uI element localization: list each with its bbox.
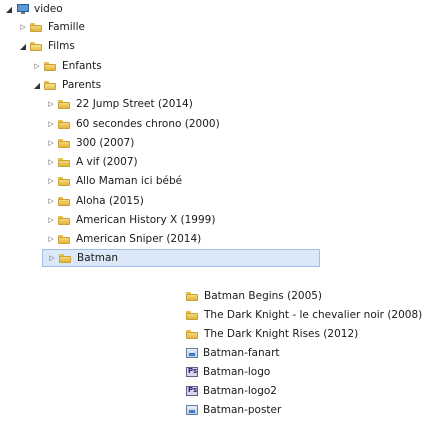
tree-item-label: Allo Maman ici bébé xyxy=(76,175,183,187)
tree-item-label: 22 Jump Street (2014) xyxy=(76,98,193,110)
tree-item-label: A vif (2007) xyxy=(76,156,138,168)
folder-icon xyxy=(58,176,70,186)
tree-item-label: American Sniper (2014) xyxy=(76,233,202,245)
tree-item-batman[interactable]: ▷ Batman xyxy=(42,249,320,267)
folder-icon xyxy=(44,61,56,71)
item-label: Batman-poster xyxy=(203,404,282,416)
folder-icon xyxy=(58,119,70,129)
tree-item-label: American History X (1999) xyxy=(76,214,216,226)
tree-item-label: Parents xyxy=(62,79,102,91)
tree-item-films[interactable]: ◢ Films xyxy=(18,37,75,55)
tree-item-label: Films xyxy=(48,40,75,52)
folder-icon xyxy=(58,99,70,109)
tree-item-300[interactable]: ▷ 300 (2007) xyxy=(46,134,134,152)
tree-item-label: Enfants xyxy=(62,60,102,72)
tree-item-label: Famille xyxy=(48,21,85,33)
list-item[interactable]: Batman-fanart xyxy=(186,344,280,362)
tree-item-aloha[interactable]: ▷ Aloha (2015) xyxy=(46,192,144,210)
list-item[interactable]: Batman-logo2 xyxy=(186,382,277,400)
tree-item-allo-maman[interactable]: ▷ Allo Maman ici bébé xyxy=(46,172,182,190)
collapse-arrow-icon[interactable]: ▷ xyxy=(18,23,28,31)
list-item[interactable]: The Dark Knight - le chevalier noir (200… xyxy=(186,306,422,324)
tree-item-video[interactable]: ◢ video xyxy=(4,0,63,18)
folder-icon xyxy=(186,329,198,339)
folder-icon xyxy=(58,138,70,148)
folder-icon xyxy=(58,234,70,244)
tree-item-label: 60 secondes chrono (2000) xyxy=(76,118,220,130)
tree-item-a-vif[interactable]: ▷ A vif (2007) xyxy=(46,153,138,171)
tree-item-american-history-x[interactable]: ▷ American History X (1999) xyxy=(46,211,215,229)
folder-icon xyxy=(30,22,42,32)
collapse-arrow-icon[interactable]: ▷ xyxy=(47,254,57,262)
tree-item-label: 300 (2007) xyxy=(76,137,135,149)
image-file-icon xyxy=(186,348,198,358)
folder-contents-popup: Batman Begins (2005) The Dark Knight - l… xyxy=(186,280,422,430)
item-label: Batman-logo2 xyxy=(203,385,277,397)
folder-icon xyxy=(59,253,71,263)
expand-arrow-icon[interactable]: ◢ xyxy=(32,81,42,90)
computer-icon xyxy=(16,4,30,14)
item-label: The Dark Knight Rises (2012) xyxy=(204,328,359,340)
photoshop-file-icon xyxy=(186,367,198,377)
item-label: Batman-logo xyxy=(203,366,271,378)
collapse-arrow-icon[interactable]: ▷ xyxy=(46,235,56,243)
collapse-arrow-icon[interactable]: ▷ xyxy=(46,120,56,128)
folder-open-icon xyxy=(44,80,56,90)
collapse-arrow-icon[interactable]: ▷ xyxy=(46,139,56,147)
list-item[interactable]: Batman-logo xyxy=(186,363,270,381)
tree-item-60-secondes-chrono[interactable]: ▷ 60 secondes chrono (2000) xyxy=(46,115,220,133)
list-item[interactable]: Batman Begins (2005) xyxy=(186,287,322,305)
list-item[interactable]: Batman-poster xyxy=(186,401,281,419)
collapse-arrow-icon[interactable]: ▷ xyxy=(32,62,42,70)
tree-item-parents[interactable]: ◢ Parents xyxy=(32,76,101,94)
collapse-arrow-icon[interactable]: ▷ xyxy=(46,177,56,185)
expand-arrow-icon[interactable]: ◢ xyxy=(4,5,14,14)
collapse-arrow-icon[interactable]: ▷ xyxy=(46,197,56,205)
folder-icon xyxy=(58,196,70,206)
collapse-arrow-icon[interactable]: ▷ xyxy=(46,100,56,108)
folder-open-icon xyxy=(30,41,42,51)
tree-item-american-sniper[interactable]: ▷ American Sniper (2014) xyxy=(46,230,201,248)
list-item[interactable]: The Dark Knight Rises (2012) xyxy=(186,325,358,343)
tree-item-label: Aloha (2015) xyxy=(76,195,144,207)
photoshop-file-icon xyxy=(186,386,198,396)
item-label: The Dark Knight - le chevalier noir (200… xyxy=(204,309,423,321)
collapse-arrow-icon[interactable]: ▷ xyxy=(46,216,56,224)
folder-tree: ◢ video ▷ Famille ◢ Films ▷ Enfants ◢ Pa… xyxy=(0,0,320,270)
tree-item-label: Batman xyxy=(77,252,119,264)
image-file-icon xyxy=(186,405,198,415)
tree-item-label: video xyxy=(34,3,63,15)
folder-icon xyxy=(186,310,198,320)
item-label: Batman-fanart xyxy=(203,347,280,359)
expand-arrow-icon[interactable]: ◢ xyxy=(18,42,28,51)
collapse-arrow-icon[interactable]: ▷ xyxy=(46,158,56,166)
folder-icon xyxy=(186,291,198,301)
tree-item-famille[interactable]: ▷ Famille xyxy=(18,18,85,36)
folder-icon xyxy=(58,215,70,225)
folder-icon xyxy=(58,157,70,167)
tree-item-enfants[interactable]: ▷ Enfants xyxy=(32,57,102,75)
item-label: Batman Begins (2005) xyxy=(204,290,323,302)
tree-item-22-jump-street[interactable]: ▷ 22 Jump Street (2014) xyxy=(46,95,193,113)
